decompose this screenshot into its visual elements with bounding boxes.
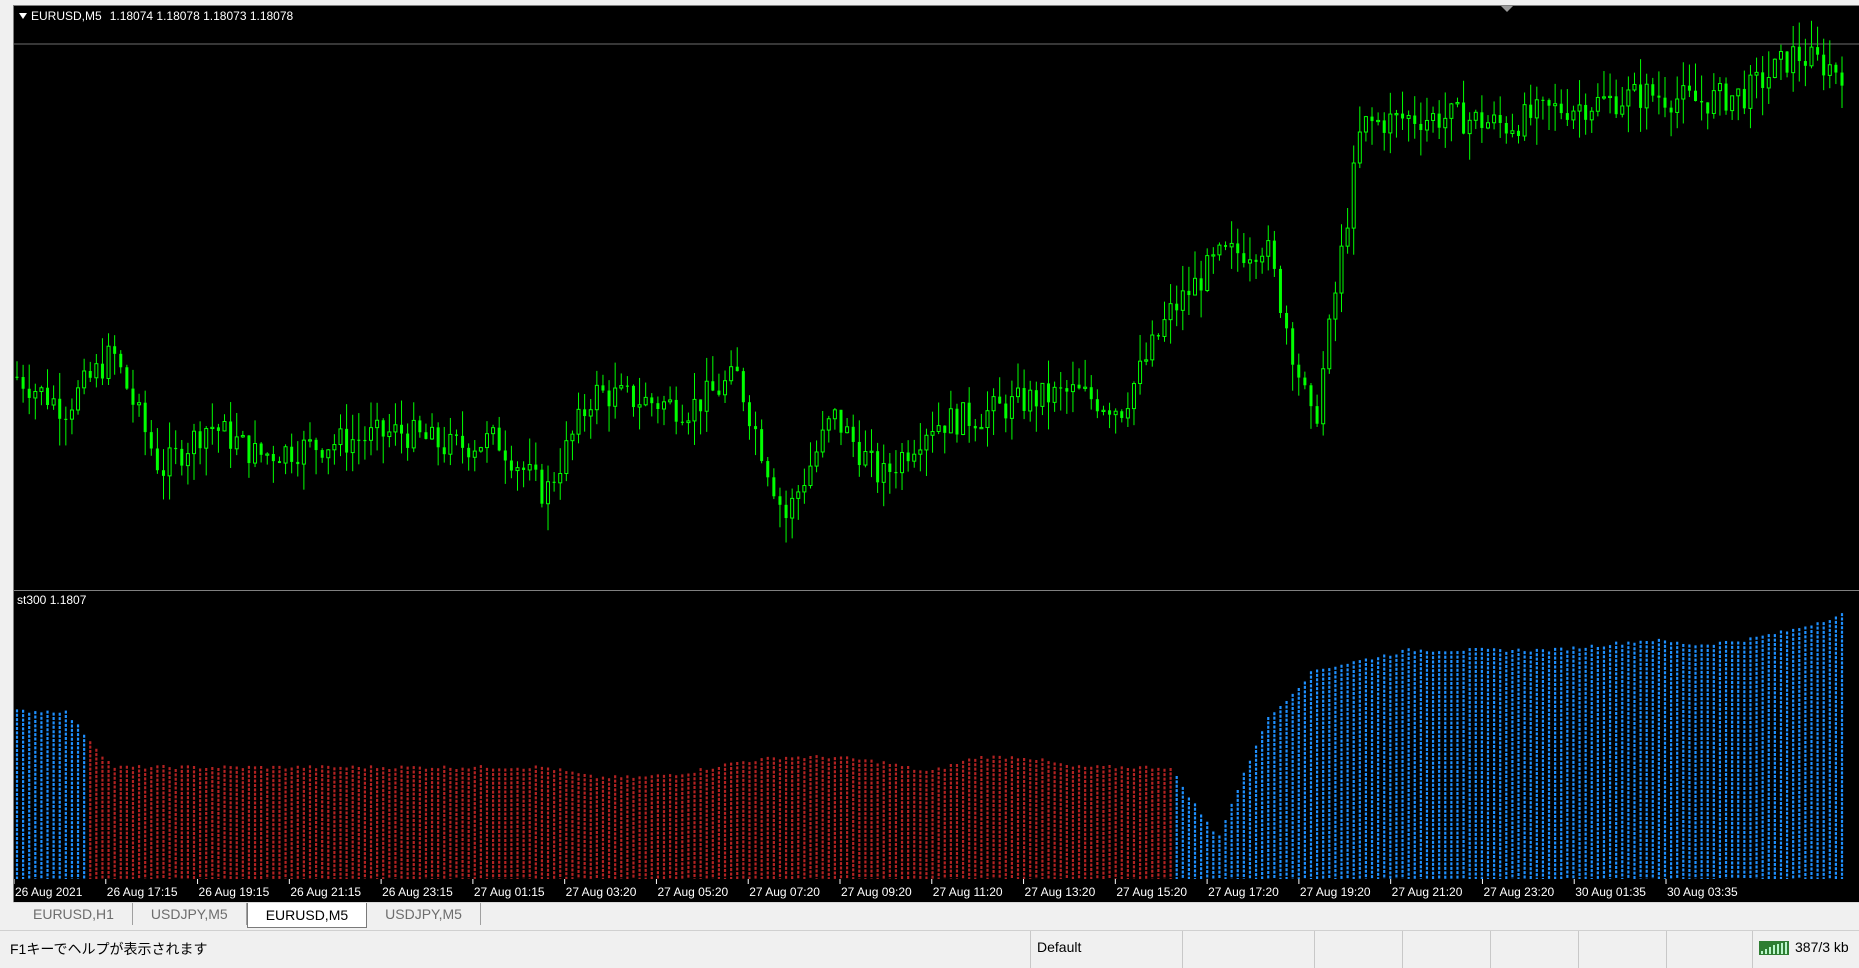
time-axis-tick-label: 27 Aug 11:20 <box>933 885 1003 899</box>
time-axis[interactable]: 26 Aug 2021 26 Aug 17:15 26 Aug 19:15 26 Au… <box>14 879 1859 903</box>
traffic-readout: 387/3 kb <box>1795 939 1849 955</box>
status-cell-empty <box>1666 931 1752 968</box>
chart-tab-bar: EURUSD,H1 USDJPY,M5 EURUSD,M5 USDJPY,M5 <box>13 902 1859 928</box>
chart-tab[interactable]: EURUSD,M5 <box>246 903 368 928</box>
status-cell-empty <box>1402 931 1490 968</box>
status-bar: F1キーでヘルプが表示されます Default 387/3 kb <box>0 930 1859 968</box>
time-axis-tick-label: 27 Aug 13:20 <box>1025 885 1096 899</box>
time-axis-tick-label: 30 Aug 03:35 <box>1667 885 1738 899</box>
time-axis-tick-label: 27 Aug 23:20 <box>1483 885 1554 899</box>
time-axis-tick-label: 27 Aug 03:20 <box>566 885 637 899</box>
time-axis-tick-label: 26 Aug 21:15 <box>290 885 361 899</box>
status-cell-empty <box>1182 931 1314 968</box>
time-axis-tick-label: 27 Aug 17:20 <box>1208 885 1279 899</box>
indicator-pane[interactable] <box>14 594 1859 879</box>
time-axis-tick-label: 27 Aug 01:15 <box>474 885 545 899</box>
symbol-timeframe-label: EURUSD,M5 <box>31 9 102 23</box>
candle <box>1772 58 1777 79</box>
time-axis-tick-label: 26 Aug 19:15 <box>199 885 270 899</box>
chart-window[interactable]: EURUSD,M5 1.18074 1.18078 1.18073 1.1807… <box>13 5 1859 903</box>
chart-title-bar: EURUSD,M5 1.18074 1.18078 1.18073 1.1807… <box>19 9 293 23</box>
time-axis-tick-label: 26 Aug 17:15 <box>107 885 178 899</box>
indicator-label: st300 1.1807 <box>17 593 87 607</box>
time-axis-tick-label: 27 Aug 19:20 <box>1300 885 1371 899</box>
time-axis-tick-label: 27 Aug 15:20 <box>1116 885 1187 899</box>
time-axis-tick-label: 27 Aug 09:20 <box>841 885 912 899</box>
time-axis-tick-label: 27 Aug 05:20 <box>657 885 728 899</box>
candle <box>125 364 129 390</box>
pane-separator[interactable] <box>14 590 1859 591</box>
status-cell-empty <box>1578 931 1666 968</box>
price-pane-background <box>14 6 1859 591</box>
candle <box>961 402 966 436</box>
chart-tab[interactable]: EURUSD,H1 <box>15 903 133 925</box>
ohlc-readout: 1.18074 1.18078 1.18073 1.18078 <box>109 9 294 23</box>
price-chart-pane[interactable] <box>14 6 1859 591</box>
status-cell-empty <box>1490 931 1578 968</box>
status-cell-empty <box>1314 931 1402 968</box>
metatrader-window: EURUSD,M5 1.18074 1.18078 1.18073 1.1807… <box>0 0 1859 968</box>
triangle-down-icon[interactable] <box>19 13 27 19</box>
chart-tab[interactable]: USDJPY,M5 <box>133 903 247 925</box>
chart-tab[interactable]: USDJPY,M5 <box>367 903 481 925</box>
connection-status-icon <box>1759 941 1789 955</box>
time-axis-tick-label: 30 Aug 01:35 <box>1575 885 1646 899</box>
candle <box>540 463 544 508</box>
status-profile[interactable]: Default <box>1030 931 1182 968</box>
time-axis-tick-label: 26 Aug 23:15 <box>382 885 453 899</box>
time-axis-tick-label: 26 Aug 2021 <box>15 885 83 899</box>
time-axis-tick-label: 27 Aug 21:20 <box>1392 885 1463 899</box>
candle <box>1327 314 1332 374</box>
time-axis-tick-label: 27 Aug 07:20 <box>749 885 820 899</box>
candle <box>1278 265 1282 318</box>
status-traffic[interactable]: 387/3 kb <box>1752 931 1859 968</box>
status-help-text: F1キーでヘルプが表示されます <box>10 941 208 957</box>
